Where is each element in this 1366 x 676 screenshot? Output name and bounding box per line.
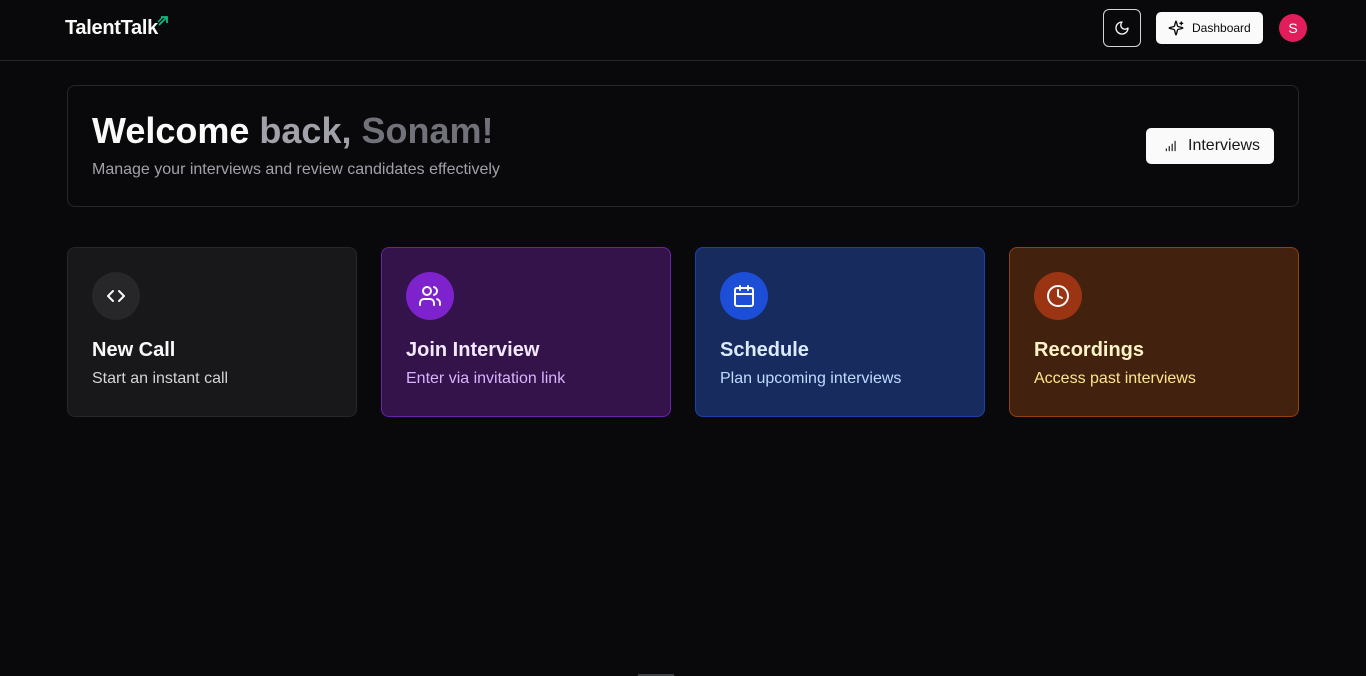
card-icon-circle [720, 272, 768, 320]
bar-chart-icon [1165, 140, 1176, 152]
theme-toggle-button[interactable] [1103, 9, 1141, 47]
dashboard-button[interactable]: Dashboard [1156, 12, 1263, 44]
welcome-heading: Welcome back, Sonam! [92, 110, 494, 152]
arrow-up-right-icon [157, 16, 168, 26]
card-icon-circle [92, 272, 140, 320]
welcome-subtitle: Manage your interviews and review candid… [92, 161, 500, 178]
card-title: Schedule [720, 339, 809, 361]
users-icon [419, 286, 441, 306]
welcome-panel: Welcome back, Sonam! Manage your intervi… [67, 85, 1299, 207]
card-subtitle: Access past interviews [1034, 370, 1196, 387]
card-title: Join Interview [406, 339, 540, 361]
new-call-card[interactable]: New Call Start an instant call [67, 247, 357, 417]
logo-text: TalentTalk [65, 17, 158, 39]
interviews-label: Interviews [1188, 137, 1261, 154]
join-interview-card[interactable]: Join Interview Enter via invitation link [381, 247, 671, 417]
card-title: Recordings [1034, 339, 1145, 361]
card-title: New Call [92, 339, 176, 361]
back-word: back, [259, 110, 352, 151]
card-subtitle: Enter via invitation link [406, 370, 566, 387]
card-icon-circle [1034, 272, 1082, 320]
calendar-icon [734, 285, 754, 307]
dashboard-label: Dashboard [1192, 21, 1251, 35]
welcome-word: Welcome [92, 110, 250, 151]
clock-icon [1047, 285, 1069, 307]
user-avatar[interactable]: S [1279, 14, 1307, 42]
sparkles-icon [1168, 20, 1184, 36]
schedule-card[interactable]: Schedule Plan upcoming interviews [695, 247, 985, 417]
interviews-button[interactable]: Interviews [1146, 128, 1274, 164]
moon-icon [1115, 21, 1129, 35]
card-subtitle: Start an instant call [92, 370, 229, 387]
user-name: Sonam! [361, 110, 494, 151]
recordings-card[interactable]: Recordings Access past interviews [1009, 247, 1299, 417]
card-icon-circle [406, 272, 454, 320]
top-navbar: TalentTalk Dashboard S [0, 0, 1366, 61]
code-icon [107, 290, 125, 302]
logo[interactable]: TalentTalk [65, 16, 169, 40]
card-subtitle: Plan upcoming interviews [720, 370, 902, 387]
